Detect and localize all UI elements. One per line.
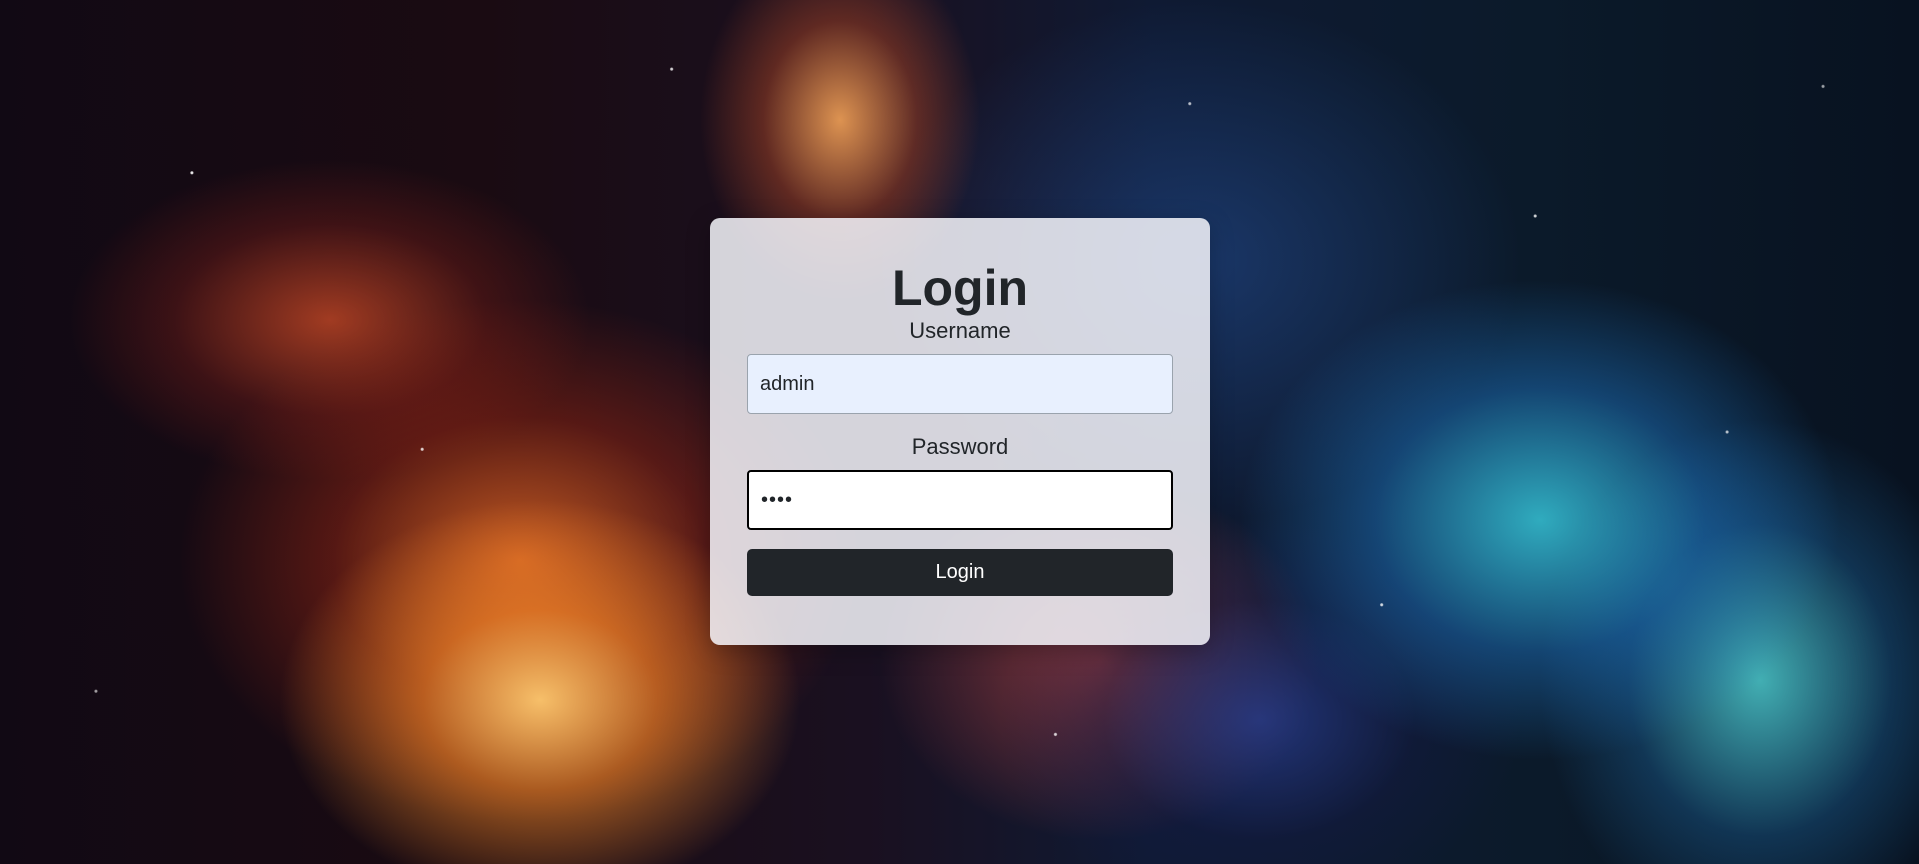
- username-input[interactable]: [747, 354, 1173, 414]
- username-label: Username: [909, 318, 1011, 343]
- login-title: Login: [891, 260, 1029, 316]
- login-card: Login Username Password Login: [710, 218, 1210, 645]
- password-input[interactable]: [747, 470, 1173, 530]
- password-label: Password: [911, 434, 1009, 459]
- login-button[interactable]: Login: [747, 549, 1173, 596]
